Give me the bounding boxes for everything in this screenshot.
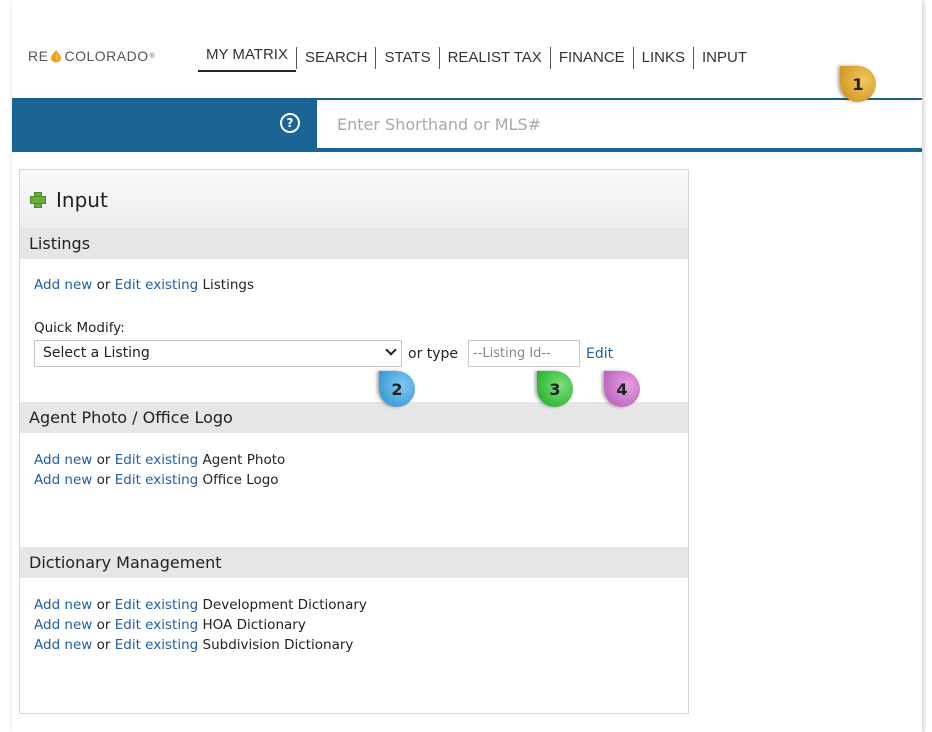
add-new-office-logo-link[interactable]: Add new [34, 472, 92, 488]
callout-3: 3 [537, 371, 573, 407]
list-item: Add new or Edit existing Subdivision Dic… [34, 635, 688, 655]
list-item: Add new or Edit existing HOA Dictionary [34, 615, 688, 635]
listings-line: Add new or Edit existing Listings [20, 275, 688, 295]
nav-stats[interactable]: STATS [375, 47, 438, 69]
dictionary-lines: Add new or Edit existing Development Dic… [20, 595, 688, 655]
nav-search[interactable]: SEARCH [295, 47, 376, 69]
or-text: or [96, 472, 111, 488]
dictionary-section-header: Dictionary Management [20, 547, 688, 578]
add-new-hoa-dictionary-link[interactable]: Add new [34, 617, 92, 633]
development-dictionary-text: Development Dictionary [202, 597, 367, 613]
nav-realist-tax[interactable]: REALIST TAX [438, 47, 550, 69]
dictionary-section: Dictionary Management Add new or Edit ex… [20, 547, 688, 655]
or-text: or [96, 617, 111, 633]
hoa-dictionary-text: HOA Dictionary [202, 617, 306, 633]
quick-modify-edit-link[interactable]: Edit [586, 346, 613, 362]
add-new-development-dictionary-link[interactable]: Add new [34, 597, 92, 613]
chevron-down-icon [385, 344, 397, 356]
or-text: or [96, 277, 111, 293]
logo-registered-mark: ® [149, 52, 156, 60]
logo-text-left: RE [28, 48, 49, 64]
agent-photo-section: Agent Photo / Office Logo Add new or Edi… [20, 402, 688, 490]
input-panel: Input Listings Add new or Edit existing … [19, 169, 689, 714]
shorthand-search-input[interactable] [317, 100, 922, 148]
or-text: or [96, 452, 111, 468]
edit-existing-office-logo-link[interactable]: Edit existing [115, 472, 198, 488]
quick-modify-label: Quick Modify: [34, 320, 125, 336]
agent-photo-text: Agent Photo [202, 452, 286, 468]
nav-input[interactable]: INPUT [693, 47, 755, 69]
listings-section-header: Listings [20, 228, 688, 259]
recolorado-logo[interactable]: RE COLORADO ® [28, 48, 155, 64]
callout-4: 4 [604, 371, 640, 407]
office-logo-text: Office Logo [202, 472, 279, 488]
edit-existing-listing-link[interactable]: Edit existing [115, 277, 198, 293]
panel-header: Input [20, 170, 688, 228]
app-frame: RE COLORADO ® MY MATRIX SEARCH STATS REA… [12, 0, 922, 732]
or-type-text: or type [408, 346, 459, 362]
callout-2: 2 [379, 371, 415, 407]
search-bar: ? [12, 100, 922, 152]
listing-select[interactable]: Select a Listing [34, 340, 402, 367]
add-new-agent-photo-link[interactable]: Add new [34, 452, 92, 468]
edit-existing-hoa-dictionary-link[interactable]: Edit existing [115, 617, 198, 633]
list-item: Add new or Edit existing Agent Photo [34, 450, 688, 470]
top-nav: RE COLORADO ® MY MATRIX SEARCH STATS REA… [12, 0, 922, 100]
agent-section-header: Agent Photo / Office Logo [20, 402, 688, 433]
listing-select-value: Select a Listing [43, 345, 150, 361]
logo-text-right: COLORADO [64, 48, 149, 64]
or-text: or [96, 637, 111, 653]
edit-existing-subdivision-dictionary-link[interactable]: Edit existing [115, 637, 198, 653]
logo-drop-icon [51, 50, 62, 63]
question-circle-icon[interactable]: ? [280, 113, 300, 133]
subdivision-dictionary-text: Subdivision Dictionary [202, 637, 354, 653]
add-new-listing-link[interactable]: Add new [34, 277, 92, 293]
listing-id-input[interactable] [468, 340, 580, 367]
list-item: Add new or Edit existing Office Logo [34, 470, 688, 490]
or-text: or [96, 597, 111, 613]
panel-title: Input [56, 188, 108, 212]
main-nav: MY MATRIX SEARCH STATS REALIST TAX FINAN… [198, 44, 755, 72]
callout-1: 1 [840, 66, 876, 102]
agent-lines: Add new or Edit existing Agent Photo Add… [20, 450, 688, 490]
nav-finance[interactable]: FINANCE [549, 47, 633, 69]
add-new-subdivision-dictionary-link[interactable]: Add new [34, 637, 92, 653]
listings-target-text: Listings [202, 277, 255, 293]
edit-existing-development-dictionary-link[interactable]: Edit existing [115, 597, 198, 613]
nav-my-matrix[interactable]: MY MATRIX [198, 44, 296, 72]
edit-existing-agent-photo-link[interactable]: Edit existing [115, 452, 198, 468]
search-bar-bottom-border [317, 148, 922, 152]
nav-links[interactable]: LINKS [632, 47, 693, 69]
plus-icon [30, 192, 46, 208]
list-item: Add new or Edit existing Development Dic… [34, 595, 688, 615]
